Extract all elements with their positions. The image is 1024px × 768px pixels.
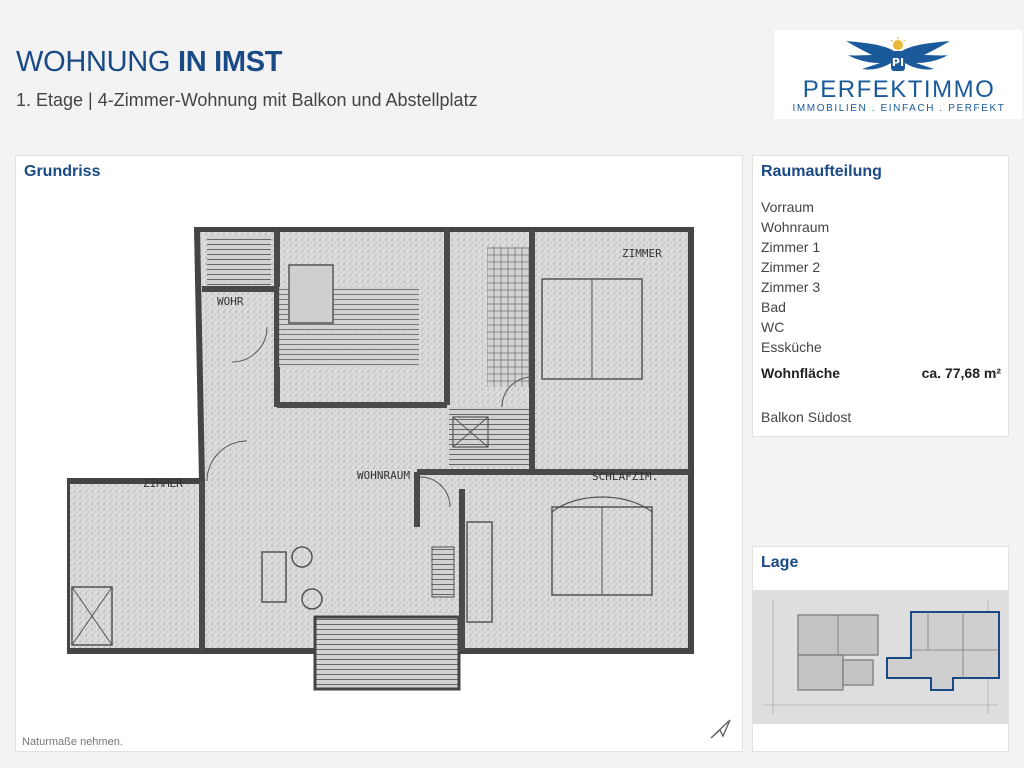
floor-plan-image: WOHNRAUM ZIMMER ZIMMER SCHLAFZIM. WOHR	[67, 227, 694, 691]
label-schlafzimmer: SCHLAFZIM.	[592, 470, 658, 483]
title-light: WOHNUNG	[16, 46, 171, 78]
list-item: Zimmer 2	[761, 259, 821, 275]
list-item: Zimmer 3	[761, 279, 821, 295]
location-title: Lage	[761, 554, 799, 571]
room-layout-title: Raumaufteilung	[761, 163, 882, 180]
list-item: Bad	[761, 299, 786, 315]
list-item: Wohnraum	[761, 219, 830, 235]
balcony-info: Balkon Südost	[761, 409, 852, 425]
page-subtitle: 1. Etage | 4-Zimmer-Wohnung mit Balkon u…	[16, 90, 478, 110]
title-bold: IN IMST	[177, 46, 283, 78]
floor-plan-panel: Grundriss WOHNRAUM ZIMMER ZIMMER SCHLAFZ…	[15, 155, 743, 752]
logo-name: PERFEKTIMMO	[802, 76, 996, 103]
location-panel: Lage	[752, 546, 1009, 752]
list-item: WC	[761, 319, 785, 335]
list-item: Zimmer 1	[761, 239, 821, 255]
label-wohnraum: WOHNRAUM	[357, 469, 410, 482]
label-zimmer-left: ZIMMER	[143, 477, 183, 490]
list-item: Vorraum	[761, 199, 814, 215]
floor-plan-title: Grundriss	[24, 163, 101, 180]
north-arrow-icon	[710, 719, 731, 739]
label-zimmer-top: ZIMMER	[622, 247, 662, 260]
living-area-row: Wohnfläche ca. 77,68 m²	[761, 365, 1001, 381]
room-list: Vorraum Wohnraum Zimmer 1 Zimmer 2 Zimme…	[761, 197, 1001, 357]
living-area-label: Wohnfläche	[761, 365, 841, 381]
location-plan-image	[753, 590, 1008, 724]
logo-tagline: IMMOBILIEN . EINFACH . PERFEKT	[792, 103, 1006, 114]
page-title: WOHNUNG IN IMST	[16, 46, 282, 79]
list-item: Essküche	[761, 339, 822, 355]
label-wohr: WOHR	[217, 295, 244, 308]
svg-text:PI: PI	[892, 56, 904, 69]
living-area-value: ca. 77,68 m²	[921, 365, 1001, 381]
measurement-note: Naturmaße nehmen.	[22, 736, 123, 748]
wings-logo-icon: PI	[846, 37, 950, 71]
room-layout-panel: Raumaufteilung Vorraum Wohnraum Zimmer 1…	[752, 155, 1009, 437]
company-logo: PI PERFEKTIMMO IMMOBILIEN . EINFACH . PE…	[774, 30, 1022, 119]
